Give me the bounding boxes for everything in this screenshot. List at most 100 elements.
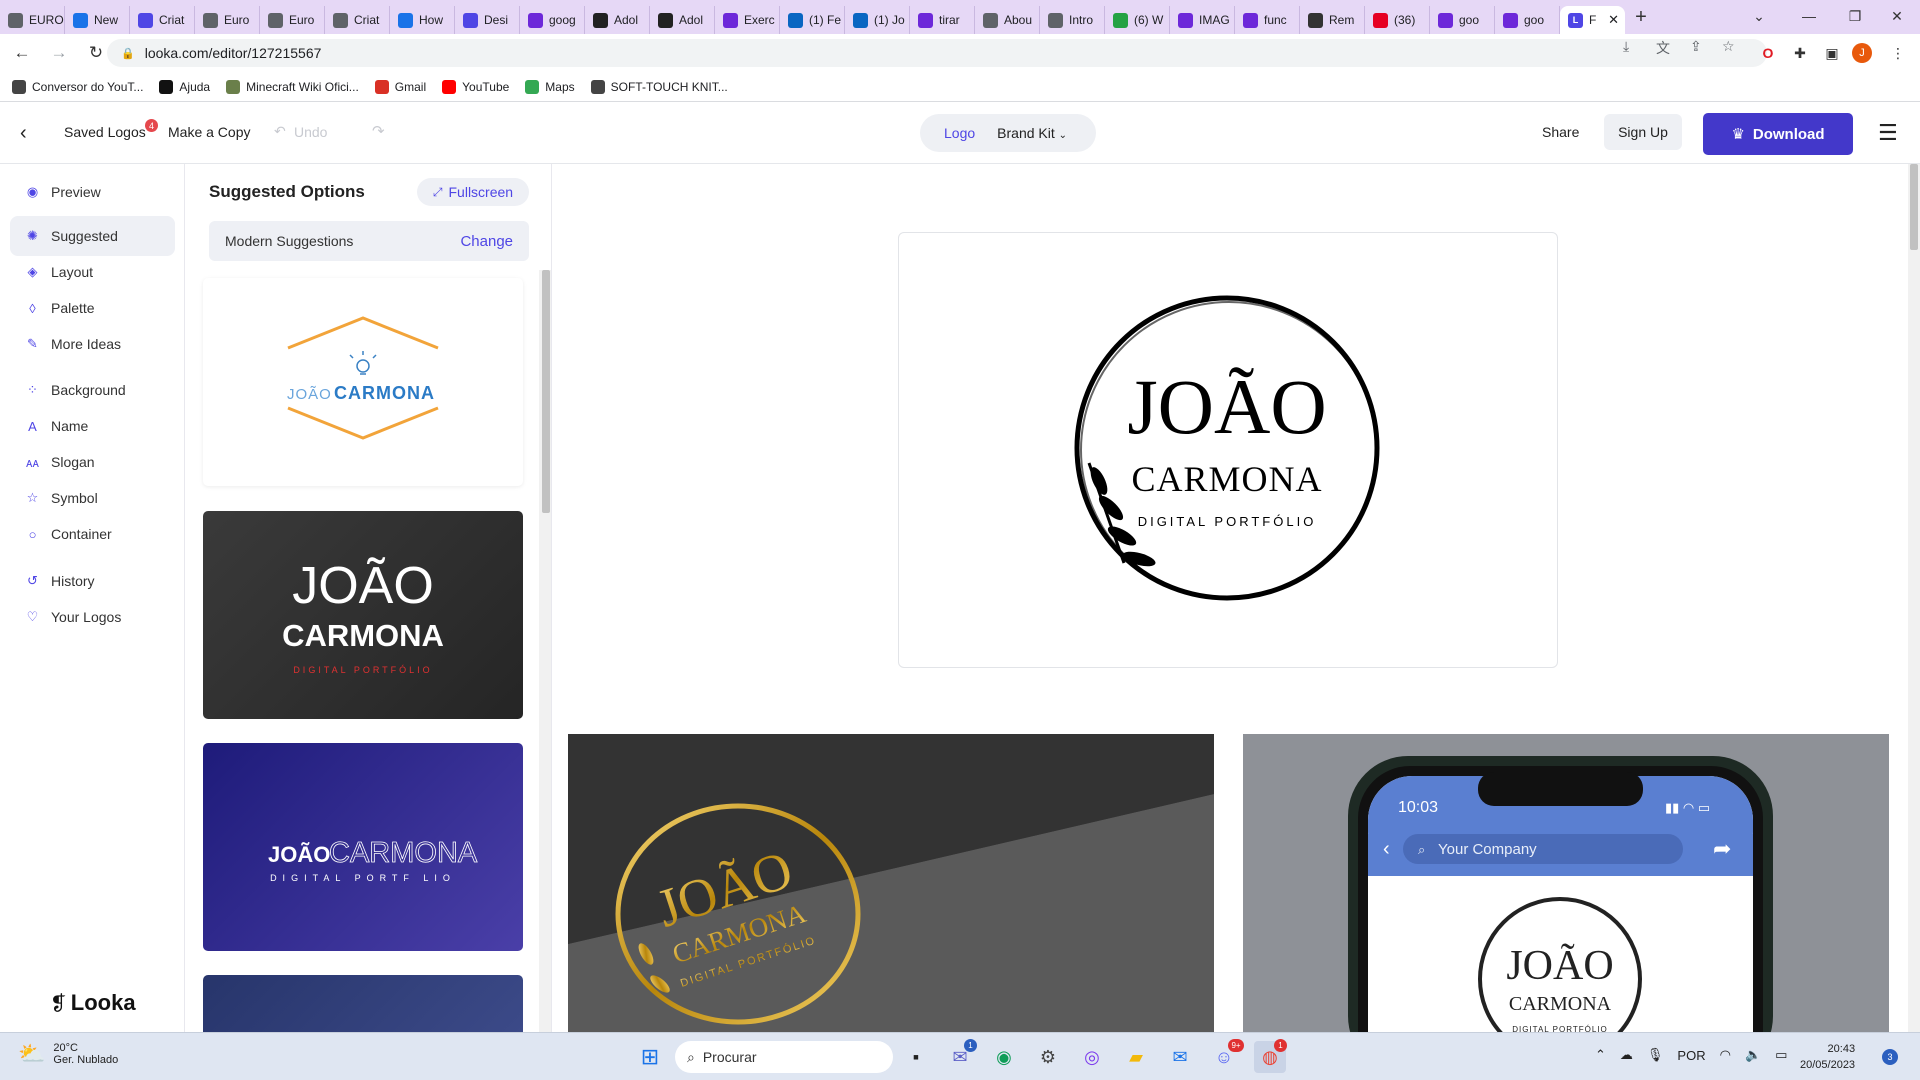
saved-logos-link[interactable]: Saved Logos xyxy=(64,124,146,140)
browser-tab[interactable]: Abou xyxy=(975,6,1040,34)
sidebar-item-layout[interactable]: ◈ Layout xyxy=(10,252,175,292)
extensions-puzzle-icon[interactable]: ✚ xyxy=(1788,41,1812,65)
browser-tab[interactable]: Adol xyxy=(585,6,650,34)
browser-tab[interactable]: goo xyxy=(1430,6,1495,34)
sidebar-item-slogan[interactable]: ᴀᴀ Slogan xyxy=(10,442,175,482)
language-indicator[interactable]: POR xyxy=(1677,1048,1705,1063)
browser-tab[interactable]: Criat xyxy=(325,6,390,34)
suggestion-card[interactable]: JOÃO CARMONA DIGITAL PORTFÓLIO xyxy=(203,511,523,719)
browser-tab[interactable]: (1) Fe xyxy=(780,6,845,34)
chevron-up-icon[interactable]: ⌃ xyxy=(1595,1047,1606,1063)
volume-icon[interactable]: 🔈 xyxy=(1745,1047,1761,1063)
panel-scrollbar[interactable] xyxy=(539,270,551,1032)
install-icon[interactable]: ⤓ xyxy=(1623,38,1629,55)
browser-tab[interactable]: Exerc xyxy=(715,6,780,34)
opera-extension-icon[interactable]: O xyxy=(1756,41,1780,65)
task-view-icon[interactable]: ▪ xyxy=(900,1041,932,1073)
share-button[interactable]: Share xyxy=(1542,124,1579,140)
tab-search-icon[interactable]: ⌄ xyxy=(1736,4,1782,28)
wifi-icon[interactable]: ◠ xyxy=(1720,1047,1731,1063)
taskbar-search[interactable]: ⌕ Procurar xyxy=(675,1041,893,1073)
new-tab-button[interactable]: + xyxy=(1625,3,1657,31)
back-arrow-icon[interactable]: ← xyxy=(7,38,37,68)
minimize-button[interactable]: — xyxy=(1786,4,1832,28)
clock[interactable]: 20:43 20/05/2023 xyxy=(1800,1041,1855,1073)
sidebar-item-preview[interactable]: ◉ Preview xyxy=(10,172,175,212)
suggestion-card[interactable]: JOÃO CARMONA xyxy=(203,278,523,486)
change-mode-button[interactable]: Change xyxy=(460,233,513,250)
browser-tab[interactable]: New xyxy=(65,6,130,34)
make-copy-link[interactable]: Make a Copy xyxy=(168,124,250,140)
weather-widget[interactable]: ⛅ 20°C Ger. Nublado xyxy=(18,1041,118,1067)
chrome-menu-icon[interactable]: ⋮ xyxy=(1886,41,1910,65)
bookmark-item[interactable]: Minecraft Wiki Ofici... xyxy=(226,79,359,94)
bookmark-item[interactable]: Gmail xyxy=(374,79,426,94)
download-button[interactable]: ♛ Download xyxy=(1703,113,1853,155)
microphone-icon[interactable]: 🎙 xyxy=(1647,1047,1664,1063)
browser-tab[interactable]: Euro xyxy=(195,6,260,34)
browser-tab[interactable]: Rem xyxy=(1300,6,1365,34)
browser-tab[interactable]: How xyxy=(390,6,455,34)
windows-start-icon[interactable]: ⊞ xyxy=(634,1041,666,1073)
undo-icon[interactable]: ↶ xyxy=(274,123,286,140)
bookmark-item[interactable]: Ajuda xyxy=(159,79,210,94)
canvas-scrollbar[interactable] xyxy=(1908,164,1920,1032)
onedrive-icon[interactable]: ☁ xyxy=(1620,1047,1633,1063)
sidebar-item-history[interactable]: ↺ History xyxy=(10,561,175,601)
back-chevron-icon[interactable]: ‹ xyxy=(20,122,27,145)
browser-tab[interactable]: Desi xyxy=(455,6,520,34)
panel-scrollbar-thumb[interactable] xyxy=(542,270,550,513)
notification-badge[interactable]: 3 xyxy=(1882,1049,1898,1065)
browser-app-icon[interactable]: ◎ xyxy=(1076,1041,1108,1073)
address-bar[interactable]: 🔒 looka.com/editor/127215567 xyxy=(107,39,1767,67)
business-card-mockup[interactable]: JOÃO CARMONA DIGITAL PORTFÓLIO xyxy=(568,734,1214,1032)
logo-preview-card[interactable]: JOÃO CARMONA DIGITAL PORTFÓLIO xyxy=(898,232,1558,668)
sidebar-item-name[interactable]: A Name xyxy=(10,406,175,446)
browser-tab[interactable]: func xyxy=(1235,6,1300,34)
profile-avatar[interactable]: J xyxy=(1852,43,1872,63)
bookmark-item[interactable]: Maps xyxy=(525,79,575,94)
sidebar-item-your-logos[interactable]: ♡ Your Logos xyxy=(10,597,175,637)
browser-tab[interactable]: EURO xyxy=(0,6,65,34)
undo-button[interactable]: Undo xyxy=(294,124,327,140)
sidepanel-icon[interactable]: ▣ xyxy=(1820,41,1844,65)
forward-arrow-icon[interactable]: → xyxy=(44,38,74,68)
browser-tab[interactable]: (1) Jo xyxy=(845,6,910,34)
browser-tab[interactable]: goog xyxy=(520,6,585,34)
bookmark-star-icon[interactable]: ☆ xyxy=(1722,38,1735,55)
app-icon[interactable]: ⚙ xyxy=(1032,1041,1064,1073)
suggestion-card[interactable]: JOÃO CARMONA DIGITAL PORTF LIO xyxy=(203,743,523,951)
fullscreen-button[interactable]: ⤢ Fullscreen xyxy=(417,178,529,206)
active-tab[interactable]: L F ✕ xyxy=(1560,6,1625,34)
share-page-icon[interactable]: ⇪ xyxy=(1690,38,1702,55)
edge-icon[interactable]: ◉ xyxy=(988,1041,1020,1073)
sidebar-item-container[interactable]: ○ Container xyxy=(10,514,175,554)
browser-tab[interactable]: Criat xyxy=(130,6,195,34)
bookmark-item[interactable]: Conversor do YouT... xyxy=(12,79,143,94)
restore-button[interactable]: ❐ xyxy=(1832,4,1878,28)
bookmark-item[interactable]: YouTube xyxy=(442,79,509,94)
sidebar-item-palette[interactable]: ◊ Palette xyxy=(10,288,175,328)
browser-tab[interactable]: tirar xyxy=(910,6,975,34)
suggestion-card[interactable] xyxy=(203,975,523,1032)
close-window-button[interactable]: ✕ xyxy=(1874,4,1920,28)
canvas-scrollbar-thumb[interactable] xyxy=(1910,164,1918,250)
hamburger-menu-icon[interactable]: ☰ xyxy=(1878,120,1898,146)
close-tab-icon[interactable]: ✕ xyxy=(1608,12,1619,28)
browser-tab[interactable]: Euro xyxy=(260,6,325,34)
bookmark-item[interactable]: SOFT-TOUCH KNIT... xyxy=(590,79,728,94)
sidebar-item-background[interactable]: ⁘ Background xyxy=(10,370,175,410)
sidebar-item-suggested[interactable]: ✺ Suggested xyxy=(10,216,175,256)
file-explorer-icon[interactable]: ▰ xyxy=(1120,1041,1152,1073)
browser-tab[interactable]: IMAG xyxy=(1170,6,1235,34)
browser-tab[interactable]: (6) W xyxy=(1105,6,1170,34)
translate-icon[interactable]: 文 xyxy=(1656,38,1670,58)
phone-mockup[interactable]: 10:03 ▮▮ ◠ ▭ ‹ ⌕ Your Company ➦ JOÃO CAR… xyxy=(1243,734,1889,1032)
mail-icon[interactable]: ✉ xyxy=(1164,1041,1196,1073)
tab-logo[interactable]: Logo xyxy=(944,125,975,141)
browser-tab[interactable]: (36) xyxy=(1365,6,1430,34)
redo-icon[interactable]: ↷ xyxy=(372,122,385,140)
sidebar-item-more-ideas[interactable]: ✎ More Ideas xyxy=(10,324,175,364)
tab-brand-kit[interactable]: Brand Kit ⌄ xyxy=(997,125,1067,141)
browser-tab[interactable]: goo xyxy=(1495,6,1560,34)
